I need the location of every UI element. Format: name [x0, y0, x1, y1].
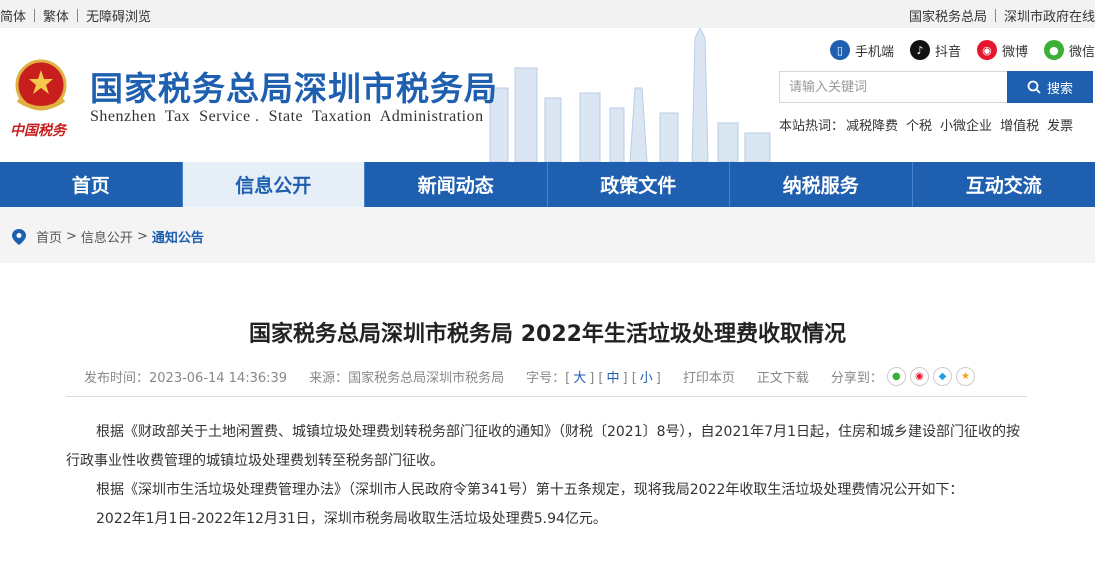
hotword-link[interactable]: 减税降费 — [846, 115, 898, 134]
social-links: ▯ 手机端 ♪ 抖音 ◉ 微博 ● 微信 — [814, 40, 1095, 60]
breadcrumb-separator: > — [66, 229, 77, 244]
breadcrumb-notices[interactable]: 通知公告 — [152, 227, 204, 246]
top-right-links: 国家税务总局 深圳市政府在线 — [909, 6, 1095, 25]
share-label: 分享到： — [830, 371, 883, 386]
article-paragraph: 2022年1月1日-2022年12月31日，深圳市税务局收取生活垃圾处理费5.9… — [96, 511, 607, 527]
share-bar: 分享到： ● ◉ ◆ ★ — [831, 367, 975, 386]
search-input[interactable] — [779, 71, 1007, 103]
nav-item-info-disclosure[interactable]: 信息公开 — [182, 162, 365, 207]
nav-item-home[interactable]: 首页 — [0, 162, 183, 207]
hot-keywords: 本站热词： 减税降费 个税 小微企业 增值税 发票 — [779, 115, 1081, 134]
article-body: 根据《财政部关于土地闲置费、城镇垃圾处理费划转税务部门征收的通知》（财税〔202… — [66, 418, 1027, 534]
hotword-link[interactable]: 发票 — [1047, 115, 1073, 134]
breadcrumb-separator: > — [136, 229, 148, 244]
hotword-link[interactable]: 小微企业 — [940, 115, 992, 134]
article-meta: 发布时间：2023-06-14 14:36:39 来源：国家税务总局深圳市税务局… — [84, 367, 975, 386]
accessibility-link[interactable]: 无障碍浏览 — [86, 6, 151, 25]
weibo-label: 微博 — [1001, 44, 1028, 60]
top-utility-bar: 简体 繁体 无障碍浏览 国家税务总局 深圳市政府在线 — [0, 0, 1095, 28]
mobile-label: 手机端 — [854, 44, 894, 60]
print-button[interactable]: 打印本页 — [683, 367, 735, 386]
main-nav: 首页 信息公开 新闻动态 政策文件 纳税服务 互动交流 — [0, 162, 1095, 207]
shenzhen-gov-link[interactable]: 深圳市政府在线 — [1004, 6, 1095, 25]
font-size-controls: 字号：[大] [中] [小] — [526, 371, 661, 386]
breadcrumb: 首页 > 信息公开 > 通知公告 — [12, 227, 204, 246]
divider — [994, 9, 996, 22]
nav-item-policy[interactable]: 政策文件 — [548, 162, 730, 207]
font-size-small[interactable]: 小 — [640, 371, 653, 386]
location-pin-icon — [12, 228, 26, 245]
meta-divider — [66, 396, 1027, 397]
city-skyline-graphic — [489, 28, 771, 162]
article-paragraph: 根据《深圳市生活垃圾处理费管理办法》（深圳市人民政府令第341号）第十五条规定，… — [96, 482, 964, 498]
wechat-link[interactable]: ● 微信 — [1043, 40, 1095, 60]
sat-link[interactable]: 国家税务总局 — [909, 6, 987, 25]
share-qq-icon[interactable]: ◆ — [932, 367, 952, 386]
mobile-link[interactable]: ▯ 手机端 — [829, 40, 894, 60]
top-left-links: 简体 繁体 无障碍浏览 — [0, 6, 151, 25]
site-title[interactable]: 国家税务总局深圳市税务局 — [90, 62, 498, 110]
breadcrumb-bar: 首页 > 信息公开 > 通知公告 — [0, 207, 1095, 263]
search-button[interactable]: 搜索 — [1007, 71, 1093, 103]
china-tax-calligraphy: 中国税务 — [10, 123, 66, 139]
nav-item-news[interactable]: 新闻动态 — [365, 162, 548, 207]
hotword-link[interactable]: 增值税 — [1000, 115, 1039, 134]
font-size-label: 字号： — [526, 371, 566, 386]
font-size-medium[interactable]: 中 — [606, 371, 619, 386]
divider — [77, 9, 79, 22]
publish-time: 发布时间：2023-06-14 14:36:39 — [84, 371, 288, 386]
weibo-link[interactable]: ◉ 微博 — [976, 40, 1028, 60]
wechat-label: 微信 — [1068, 44, 1095, 60]
site-header: 中国税务 国家税务总局深圳市税务局 Shenzhen Tax Service .… — [0, 28, 1095, 162]
share-qzone-icon[interactable]: ★ — [955, 367, 975, 386]
douyin-icon: ♪ — [909, 40, 930, 60]
search-button-label: 搜索 — [1046, 81, 1073, 97]
article-source: 来源：国家税务总局深圳市税务局 — [309, 371, 505, 386]
breadcrumb-info-disclosure[interactable]: 信息公开 — [81, 227, 133, 246]
download-button[interactable]: 正文下载 — [757, 367, 809, 386]
weibo-icon: ◉ — [976, 40, 997, 60]
nav-item-interaction[interactable]: 互动交流 — [913, 162, 1095, 207]
site-subtitle: Shenzhen Tax Service . State Taxation Ad… — [90, 108, 484, 125]
share-weibo-icon[interactable]: ◉ — [909, 367, 929, 386]
breadcrumb-home[interactable]: 首页 — [36, 227, 62, 246]
nav-item-tax-service[interactable]: 纳税服务 — [730, 162, 913, 207]
traditional-chinese-link[interactable]: 繁体 — [43, 6, 69, 25]
simplified-chinese-link[interactable]: 简体 — [0, 6, 26, 25]
mobile-icon: ▯ — [829, 40, 850, 60]
wechat-icon: ● — [1043, 40, 1064, 60]
search-icon — [1027, 80, 1041, 94]
hotword-link[interactable]: 个税 — [906, 115, 932, 134]
share-wechat-icon[interactable]: ● — [886, 367, 906, 386]
divider — [34, 9, 36, 22]
douyin-link[interactable]: ♪ 抖音 — [909, 40, 961, 60]
article-paragraph: 根据《财政部关于土地闲置费、城镇垃圾处理费划转税务部门征收的通知》（财税〔202… — [66, 424, 1020, 469]
douyin-label: 抖音 — [934, 44, 961, 60]
font-size-large[interactable]: 大 — [573, 371, 586, 386]
article-title: 国家税务总局深圳市税务局 2022年生活垃圾处理费收取情况 — [249, 322, 846, 347]
hotwords-label: 本站热词： — [779, 119, 845, 134]
search-bar: 搜索 — [779, 71, 1093, 103]
